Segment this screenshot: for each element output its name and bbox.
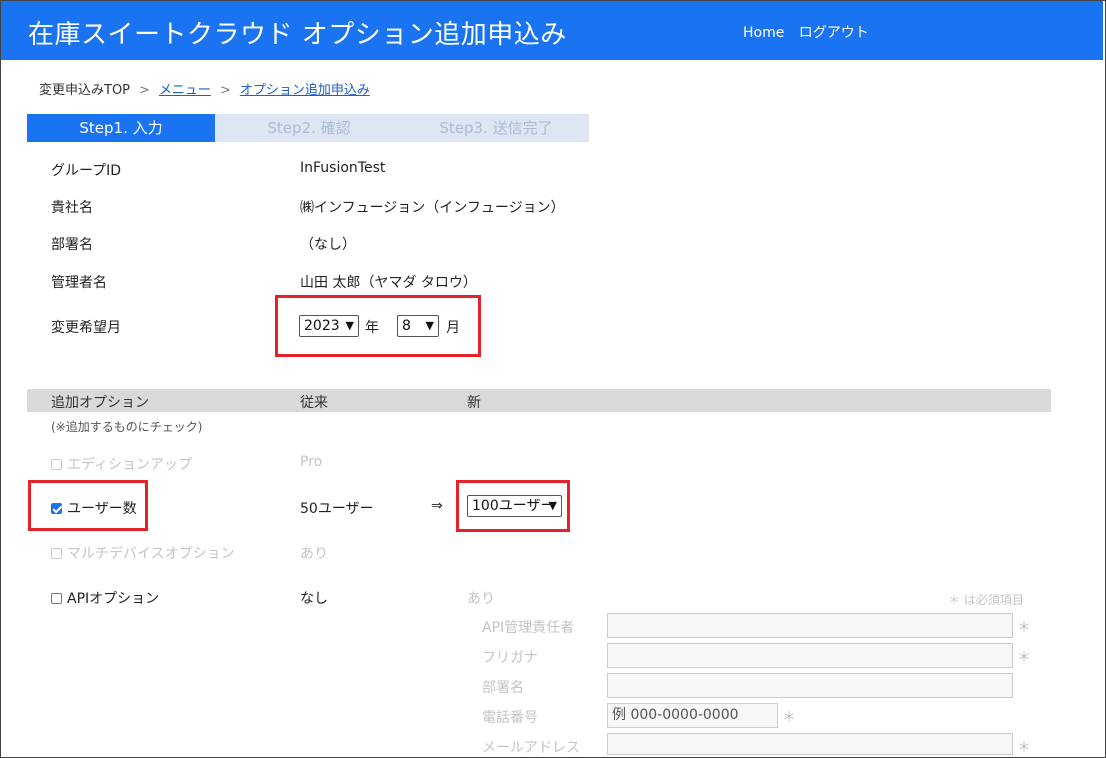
option-api: APIオプション bbox=[51, 588, 159, 608]
company-value: ㈱インフュージョン（インフュージョン） bbox=[300, 200, 565, 216]
nav-home-link[interactable]: Home bbox=[743, 25, 784, 41]
phone-label: 電話番号 bbox=[482, 710, 538, 726]
option-label: エディションアップ bbox=[67, 457, 193, 473]
breadcrumb: 変更申込みTOP > メニュー > オプション追加申込み bbox=[39, 79, 370, 98]
option-multi-device: マルチデバイスオプション bbox=[51, 543, 235, 563]
option-edition-up: エディションアップ bbox=[51, 454, 192, 474]
option-label: APIオプション bbox=[67, 591, 160, 607]
change-month-label: 変更希望月 bbox=[51, 320, 121, 336]
app-header: 在庫スイートクラウド オプション追加申込み Home ログアウト bbox=[1, 1, 1103, 60]
page-title: 在庫スイートクラウド オプション追加申込み bbox=[28, 20, 567, 50]
api-new: あり bbox=[467, 591, 495, 607]
dept-value: （なし） bbox=[300, 237, 356, 253]
admin-value: 山田 太郎（ヤマダ タロウ） bbox=[300, 275, 477, 291]
option-label: マルチデバイスオプション bbox=[67, 546, 235, 562]
breadcrumb-current-link[interactable]: オプション追加申込み bbox=[240, 83, 370, 98]
group-id-value: InFusionTest bbox=[300, 160, 386, 176]
arrow-icon: ⇒ bbox=[431, 498, 443, 514]
step-indicator: Step1. 入力 Step2. 確認 Step3. 送信完了 bbox=[27, 114, 597, 142]
breadcrumb-top: 変更申込みTOP bbox=[39, 83, 131, 98]
required-mark: ＊ bbox=[782, 710, 796, 726]
col-new-header: 新 bbox=[467, 395, 481, 411]
nav-logout-link[interactable]: ログアウト bbox=[799, 25, 869, 41]
step-2-confirm: Step2. 確認 bbox=[215, 114, 417, 142]
user-count-current: 50ユーザー bbox=[300, 501, 374, 517]
required-mark: ＊ bbox=[1017, 740, 1031, 756]
furigana-label: フリガナ bbox=[482, 650, 538, 666]
col-current-header: 従来 bbox=[300, 395, 328, 411]
highlight-box-user-checkbox bbox=[28, 480, 148, 531]
col-option-header: 追加オプション bbox=[51, 395, 149, 411]
required-mark: ＊ bbox=[1017, 650, 1031, 666]
required-mark: ＊ bbox=[1017, 620, 1031, 636]
admin-label: 管理者名 bbox=[51, 275, 107, 291]
breadcrumb-menu-link[interactable]: メニュー bbox=[159, 83, 211, 98]
api-manager-input[interactable] bbox=[607, 613, 1013, 638]
phone-input[interactable]: 例 000-0000-0000 bbox=[607, 703, 778, 728]
edition-current: Pro bbox=[300, 454, 323, 470]
api-dept-input[interactable] bbox=[607, 673, 1013, 698]
highlight-box-month bbox=[275, 295, 481, 357]
api-option-checkbox[interactable] bbox=[51, 593, 62, 604]
company-label: 貴社名 bbox=[51, 200, 93, 216]
email-input[interactable] bbox=[607, 733, 1013, 755]
furigana-input[interactable] bbox=[607, 643, 1013, 668]
multi-device-current: あり bbox=[300, 546, 328, 562]
api-current: なし bbox=[300, 591, 328, 607]
highlight-box-user-select bbox=[456, 480, 570, 532]
options-table-header: 追加オプション 従来 新 bbox=[27, 389, 1051, 412]
options-note: (※追加するものにチェック) bbox=[51, 420, 203, 434]
header-nav: Home ログアウト bbox=[743, 22, 879, 42]
group-id-label: グループID bbox=[51, 163, 122, 179]
step-1-input: Step1. 入力 bbox=[27, 114, 229, 142]
dept-label: 部署名 bbox=[51, 237, 93, 253]
required-note: ＊ は必須項目 bbox=[948, 593, 1024, 607]
edition-up-checkbox[interactable] bbox=[51, 459, 62, 470]
api-dept-label: 部署名 bbox=[482, 680, 524, 696]
step-3-complete: Step3. 送信完了 bbox=[403, 114, 589, 142]
breadcrumb-separator: > bbox=[219, 83, 231, 98]
email-label: メールアドレス bbox=[482, 740, 580, 756]
multi-device-checkbox[interactable] bbox=[51, 548, 62, 559]
breadcrumb-separator: > bbox=[139, 83, 150, 98]
api-manager-label: API管理責任者 bbox=[482, 620, 575, 636]
